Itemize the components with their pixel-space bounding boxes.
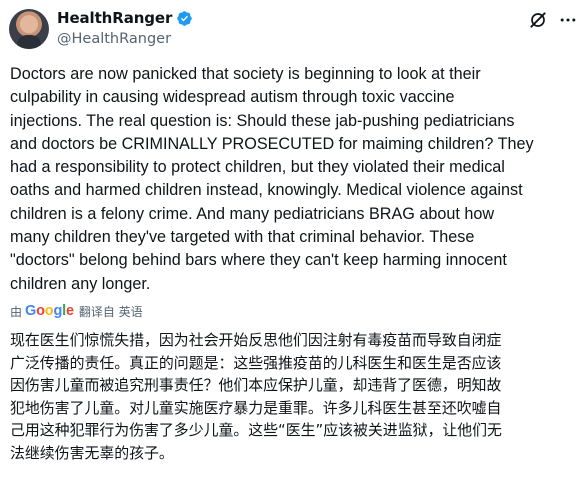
google-logo-letter: o bbox=[36, 303, 45, 319]
google-logo-letter: e bbox=[65, 303, 74, 319]
author-display-name[interactable]: HealthRanger bbox=[57, 9, 172, 27]
avatar[interactable] bbox=[9, 9, 49, 49]
translation-attribution: 由 Google 翻译自 英语 bbox=[10, 302, 143, 320]
translated-by-label: 由 bbox=[10, 304, 23, 319]
translated-from-label[interactable]: 翻译自 英语 bbox=[79, 303, 143, 320]
google-logo-letter: G bbox=[25, 303, 37, 319]
author-handle[interactable]: @HealthRanger bbox=[57, 31, 171, 47]
google-logo: Google bbox=[25, 303, 74, 319]
google-logo-letter: g bbox=[53, 303, 63, 319]
verified-badge-icon bbox=[177, 10, 193, 26]
translated-text: 现在医生们惊慌失措，因为社会开始反思他们因注射有毒疫苗而导致自闭症 广泛传播的责… bbox=[10, 331, 502, 462]
author-name-row[interactable]: HealthRanger bbox=[57, 9, 193, 27]
grok-icon[interactable] bbox=[528, 10, 548, 30]
more-options-icon[interactable] bbox=[558, 10, 578, 30]
tweet-text: Doctors are now panicked that society is… bbox=[10, 65, 534, 293]
